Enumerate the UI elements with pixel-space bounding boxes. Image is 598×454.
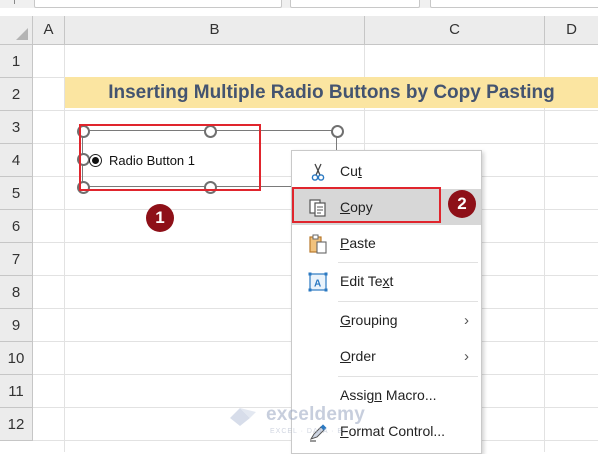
row-header-3[interactable]: 3	[0, 111, 33, 144]
column-header-c[interactable]: C	[365, 16, 545, 44]
menu-item-label: Grouping	[340, 312, 398, 328]
row-header-7[interactable]: 7	[0, 243, 33, 276]
row-header-8[interactable]: 8	[0, 276, 33, 309]
row-header-9[interactable]: 9	[0, 309, 33, 342]
row-header-5[interactable]: 5	[0, 177, 33, 210]
formula-bar	[0, 0, 598, 8]
step-badge-2: 2	[448, 190, 476, 218]
column-header-d[interactable]: D	[545, 16, 598, 44]
watermark: exceldemy EXCEL · DATA · BI	[226, 404, 365, 435]
menu-item-edit-text[interactable]: A Edit Text	[292, 263, 481, 299]
row-header-10[interactable]: 10	[0, 342, 33, 375]
edit-text-icon: A	[308, 272, 328, 292]
svg-text:A: A	[314, 279, 321, 290]
menu-item-order[interactable]: Order ›	[292, 338, 481, 374]
scissors-icon	[311, 163, 325, 181]
formula-input[interactable]	[290, 0, 420, 8]
select-all-triangle-icon	[16, 28, 28, 40]
menu-item-cut[interactable]: Cut	[292, 153, 481, 189]
submenu-arrow-icon: ›	[464, 347, 469, 365]
menu-item-grouping[interactable]: Grouping ›	[292, 302, 481, 338]
menu-item-paste[interactable]: Paste	[292, 225, 481, 261]
highlight-box-copy	[292, 187, 441, 223]
menu-item-label: Cut	[340, 163, 362, 179]
step-badge-1: 1	[146, 204, 174, 232]
watermark-tagline: EXCEL · DATA · BI	[270, 428, 346, 435]
formula-bar-divider	[14, 0, 23, 4]
column-header-row: A B C D	[0, 16, 598, 45]
formula-input-ext[interactable]	[430, 0, 598, 8]
title-cell[interactable]: Inserting Multiple Radio Buttons by Copy…	[65, 77, 598, 108]
row-header-11[interactable]: 11	[0, 375, 33, 408]
menu-item-label: Paste	[340, 235, 376, 251]
row-header-1[interactable]: 1	[0, 45, 33, 78]
exceldemy-logo-icon	[230, 408, 256, 426]
resize-handle[interactable]	[331, 125, 344, 138]
row-header-6[interactable]: 6	[0, 210, 33, 243]
highlight-box-radio	[79, 124, 261, 191]
menu-item-label: Order	[340, 348, 376, 364]
row-header-4[interactable]: 4	[0, 144, 33, 177]
gridline	[33, 110, 598, 111]
row-header-2[interactable]: 2	[0, 78, 33, 111]
column-header-b[interactable]: B	[65, 16, 365, 44]
menu-item-label: Edit Text	[340, 273, 394, 289]
submenu-arrow-icon: ›	[464, 311, 469, 329]
watermark-name: exceldemy	[266, 404, 365, 425]
paste-icon	[309, 234, 327, 254]
row-header-12[interactable]: 12	[0, 408, 33, 441]
name-box[interactable]	[34, 0, 282, 8]
select-all-corner[interactable]	[0, 16, 33, 44]
menu-item-label: Assign Macro...	[340, 387, 437, 403]
column-header-a[interactable]: A	[33, 16, 65, 44]
